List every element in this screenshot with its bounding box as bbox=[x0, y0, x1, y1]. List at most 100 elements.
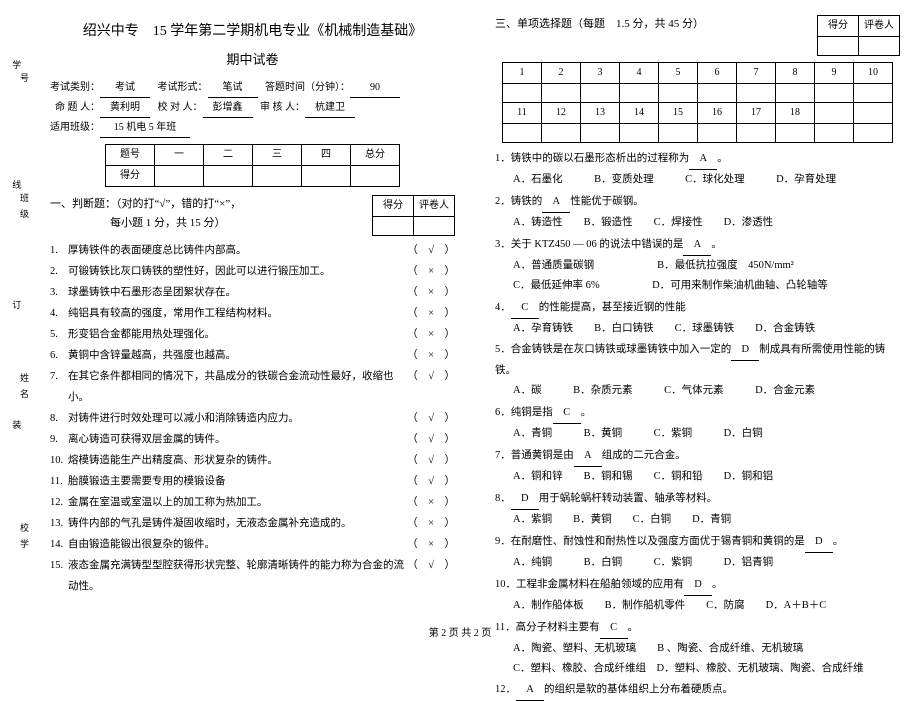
tf-item: 9.离心铸造可获得双层金属的铸件。（ √ ） bbox=[50, 429, 455, 450]
tf-num: 9. bbox=[50, 429, 68, 450]
score-cell[interactable] bbox=[204, 165, 253, 186]
tf-text: 金属在室温或室温以上的加工称为热加工。 bbox=[68, 492, 405, 513]
spine-xiao: 校学 bbox=[20, 520, 30, 552]
exam-title: 绍兴中专 15 学年第二学期机电专业《机械制造基础》 bbox=[50, 19, 455, 44]
grid-cell[interactable] bbox=[776, 124, 815, 143]
meta-2c: 审 核 人： bbox=[260, 102, 305, 113]
score-cell[interactable] bbox=[302, 165, 351, 186]
mcq-num: 6． bbox=[495, 407, 511, 418]
grid-cell[interactable] bbox=[776, 84, 815, 103]
tf-text: 球墨铸铁中石墨形态呈团絮状存在。 bbox=[68, 282, 405, 303]
mcq-answer-blank: A bbox=[542, 192, 570, 213]
grid-cell[interactable] bbox=[815, 124, 854, 143]
score-cell[interactable] bbox=[253, 165, 302, 186]
tf-num: 12. bbox=[50, 492, 68, 513]
tf-text: 对铸件进行时效处理可以减小和消除铸造内应力。 bbox=[68, 408, 405, 429]
tf-text: 胎膜锻造主要需要专用的模锻设备 bbox=[68, 471, 405, 492]
grid-cell[interactable] bbox=[659, 124, 698, 143]
markbox-cell[interactable] bbox=[818, 37, 859, 56]
grid-head bbox=[815, 103, 854, 124]
spine-xing: 姓名 bbox=[20, 370, 30, 402]
tf-text: 厚铸铁件的表面硬度总比铸件内部高。 bbox=[68, 240, 405, 261]
mcq-item: 6．纯铜是指C。 bbox=[495, 403, 900, 424]
mcq-item: 12．A的组织是软的基体组织上分布着硬质点。 bbox=[495, 680, 900, 701]
grid-cell[interactable] bbox=[737, 84, 776, 103]
tf-answer: （ × ） bbox=[405, 261, 455, 282]
mcq-item: 10．工程非金属材料在船舶领域的应用有D。 bbox=[495, 575, 900, 596]
score-h4: 四 bbox=[302, 144, 351, 165]
mcq-answer-blank: D bbox=[684, 575, 712, 596]
mcq-options: A．碳 B．杂质元素 C．气体元素 D．合金元素 bbox=[495, 381, 900, 401]
mcq-num: 12． bbox=[495, 684, 516, 695]
grid-cell[interactable] bbox=[581, 84, 620, 103]
tf-num: 1. bbox=[50, 240, 68, 261]
grid-cell[interactable] bbox=[854, 124, 893, 143]
grid-cell[interactable] bbox=[503, 124, 542, 143]
grid-cell[interactable] bbox=[854, 84, 893, 103]
tf-item: 1.厚铸铁件的表面硬度总比铸件内部高。（ √ ） bbox=[50, 240, 455, 261]
mcq-answer-blank: D bbox=[805, 532, 833, 553]
grid-head: 1 bbox=[503, 63, 542, 84]
tf-num: 10. bbox=[50, 450, 68, 471]
mcq-tail: 。 bbox=[581, 407, 592, 418]
mcq-tail: 。 bbox=[712, 579, 723, 590]
tf-answer: （ √ ） bbox=[405, 366, 455, 408]
mcq-options: A．纯铜 B．白铜 C．紫铜 D．铝青铜 bbox=[495, 553, 900, 573]
grid-cell[interactable] bbox=[503, 84, 542, 103]
grid-cell[interactable] bbox=[620, 84, 659, 103]
grid-cell[interactable] bbox=[698, 124, 737, 143]
mark-box-3: 得分评卷人 bbox=[817, 15, 900, 56]
grid-head bbox=[854, 103, 893, 124]
tf-item: 11.胎膜锻造主要需要专用的模锻设备（ √ ） bbox=[50, 471, 455, 492]
markbox-cell[interactable] bbox=[414, 216, 455, 235]
mcq-answer-blank: D bbox=[511, 489, 539, 510]
meta-2cv: 杭建卫 bbox=[305, 98, 355, 118]
tf-item: 15.液态金属充满铸型型腔获得形状完整、轮廓清晰铸件的能力称为合金的流动性。（ … bbox=[50, 555, 455, 597]
grid-cell[interactable] bbox=[581, 124, 620, 143]
score-cell[interactable] bbox=[351, 165, 400, 186]
grid-head: 6 bbox=[698, 63, 737, 84]
binding-spine: 号 学 班级 线 订 姓名 装 校学 bbox=[0, 0, 30, 620]
mcq-num: 9． bbox=[495, 536, 511, 547]
grid-head: 17 bbox=[737, 103, 776, 124]
mcq-num: 7． bbox=[495, 450, 511, 461]
tf-item: 7.在其它条件都相同的情况下，共晶成分的铁碳合金流动性最好，收缩也小。（ √ ） bbox=[50, 366, 455, 408]
mcq-tail: 组成的二元合金。 bbox=[602, 450, 686, 461]
grid-cell[interactable] bbox=[659, 84, 698, 103]
score-r: 得分 bbox=[106, 165, 155, 186]
mcq-tail: 。 bbox=[717, 153, 728, 164]
grid-cell[interactable] bbox=[620, 124, 659, 143]
mcq-num: 4． bbox=[495, 302, 511, 313]
mcq-answer-blank: A bbox=[516, 680, 544, 701]
score-cell[interactable] bbox=[155, 165, 204, 186]
grid-cell[interactable] bbox=[815, 84, 854, 103]
mcq-options: A．普通质量碳钢 B．最低抗拉强度 450N/mm² bbox=[495, 256, 900, 276]
grid-cell[interactable] bbox=[542, 84, 581, 103]
tf-text: 液态金属充满铸型型腔获得形状完整、轮廓清晰铸件的能力称为合金的流动性。 bbox=[68, 555, 405, 597]
grid-cell[interactable] bbox=[737, 124, 776, 143]
grid-head: 3 bbox=[581, 63, 620, 84]
answer-grid: 123456789101112131415161718 bbox=[502, 62, 893, 143]
mcq-item: 2．铸铁的A性能优于碳钢。 bbox=[495, 192, 900, 213]
mcq-options: A．制作船体板 B．制作船机零件 C．防腐 D．A＋B＋C bbox=[495, 596, 900, 616]
sec1-head1: 一、判断题：（对的打“√”，错的打“×”， bbox=[50, 195, 241, 215]
tf-item: 14.自由锻造能锻出很复杂的锻件。（ × ） bbox=[50, 534, 455, 555]
tf-answer: （ × ） bbox=[405, 534, 455, 555]
tf-answer: （ × ） bbox=[405, 345, 455, 366]
grid-head: 2 bbox=[542, 63, 581, 84]
mcq-item: 4．C的性能提高，甚至接近钢的性能 bbox=[495, 298, 900, 319]
meta-1bv: 笔试 bbox=[208, 78, 258, 98]
markbox-cell[interactable] bbox=[373, 216, 414, 235]
markbox-cell[interactable] bbox=[859, 37, 900, 56]
grid-cell[interactable] bbox=[542, 124, 581, 143]
tf-num: 14. bbox=[50, 534, 68, 555]
tf-answer: （ √ ） bbox=[405, 450, 455, 471]
mcq-options: C．最低延伸率 6% D．可用来制作柴油机曲轴、凸轮轴等 bbox=[495, 276, 900, 296]
mcq-tail: 性能优于碳钢。 bbox=[570, 196, 644, 207]
grid-cell[interactable] bbox=[698, 84, 737, 103]
score-h3: 三 bbox=[253, 144, 302, 165]
mcq-options: A．铜和锌 B．铜和锡 C．铜和铅 D．铜和铝 bbox=[495, 467, 900, 487]
grid-head: 14 bbox=[620, 103, 659, 124]
mcq-tail: 用于蜗轮蜗杆转动装置、轴承等材料。 bbox=[539, 493, 718, 504]
mcq-answer-blank: A bbox=[683, 235, 711, 256]
